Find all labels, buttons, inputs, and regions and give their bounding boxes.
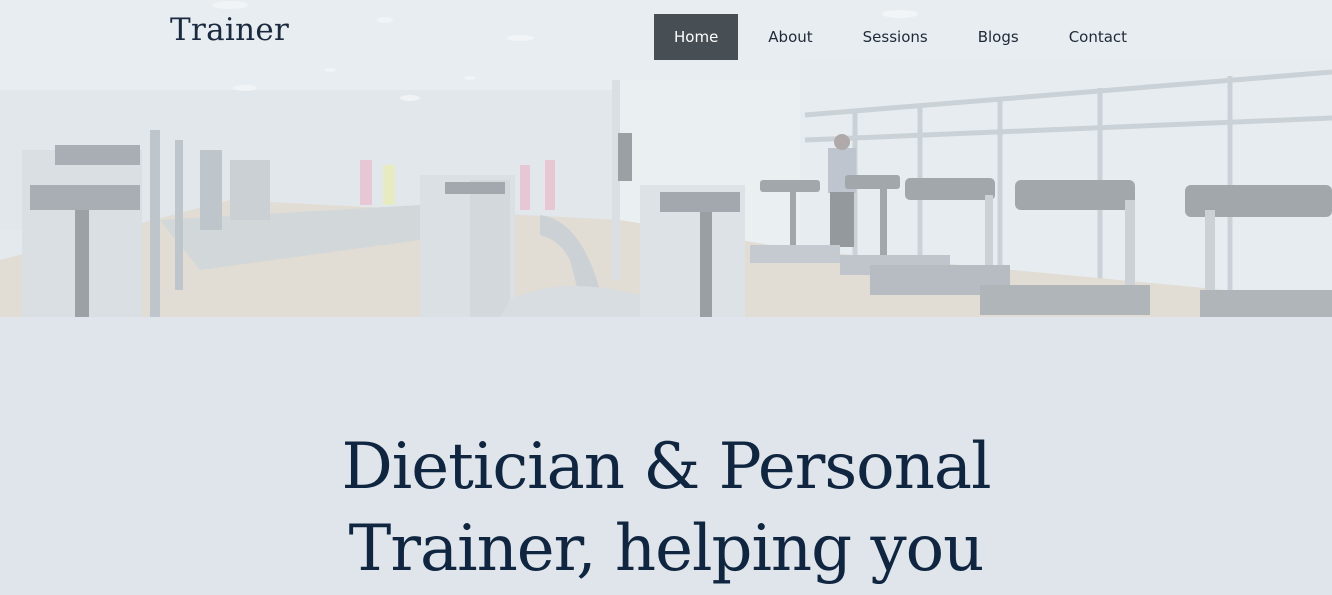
brand-logo[interactable]: Trainer [170,12,289,48]
hero-headline-line-1: Dietician & Personal [341,430,991,504]
nav-item-home[interactable]: Home [654,14,739,60]
nav-item-blogs[interactable]: Blogs [958,14,1039,60]
hero-headline-line-2: Trainer, helping you [348,512,985,586]
nav-item-about[interactable]: About [748,14,832,60]
main-nav: Home About Sessions Blogs Contact [654,14,1147,60]
nav-item-sessions[interactable]: Sessions [843,14,948,60]
nav-item-contact[interactable]: Contact [1049,14,1147,60]
hero-headline: Dietician & Personal Trainer, helping yo… [0,426,1332,590]
